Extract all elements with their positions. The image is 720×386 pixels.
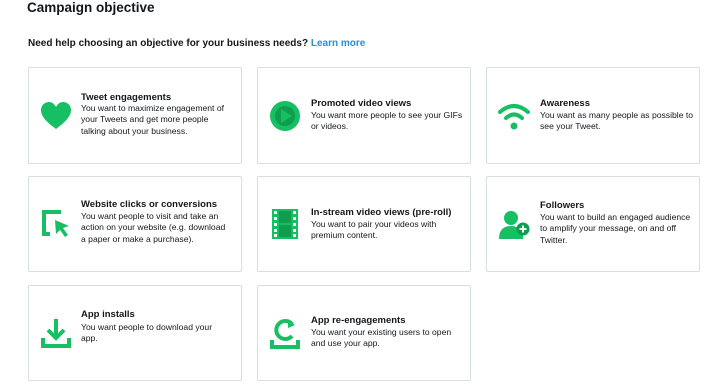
description-line: You want as many people as possible to	[540, 110, 694, 120]
cursor-click-icon	[39, 207, 73, 241]
description-line: talking about your business.	[81, 125, 188, 136]
description-line: You want to pair your videos with	[311, 219, 437, 229]
objective-description: You want people to download your app.	[81, 322, 212, 345]
film-strip-icon	[268, 207, 302, 241]
objective-title: In-stream video views (pre-roll)	[311, 207, 452, 218]
help-question: Need help choosing an objective for your…	[28, 38, 309, 49]
objective-description: You want to pair your videos with premiu…	[311, 219, 436, 242]
description-line: You want to maximize engagement of	[81, 103, 224, 113]
objective-card-in-stream-video-views[interactable]: In-stream video views (pre-roll) You wan…	[257, 176, 471, 272]
objective-card-app-re-engagements[interactable]: App re-engagements You want your existin…	[257, 285, 471, 381]
objective-card-followers[interactable]: Followers You want to build an engaged a…	[486, 176, 700, 272]
help-text: Need help choosing an objective for your…	[28, 38, 365, 49]
description-line: premium content.	[311, 230, 378, 241]
wifi-signal-icon	[497, 99, 531, 133]
description-line: You want people to visit and take an	[81, 211, 219, 221]
objective-card-promoted-video-views[interactable]: Promoted video views You want more peopl…	[257, 67, 471, 164]
description-line: You want your existing users to open	[311, 327, 452, 337]
objective-card-awareness[interactable]: Awareness You want as many people as pos…	[486, 67, 700, 164]
description-line: and use your app.	[311, 338, 380, 349]
objective-title: Website clicks or conversions	[81, 199, 218, 210]
objective-description: You want as many people as possible to s…	[540, 110, 693, 133]
description-line: You want to build an engaged audience	[540, 212, 691, 222]
objective-card-app-installs[interactable]: App installs You want people to download…	[28, 285, 242, 381]
objective-description: You want people to visit and take an act…	[81, 211, 225, 245]
objective-title: App installs	[81, 309, 135, 320]
objective-title: Awareness	[540, 98, 590, 109]
page-title: Campaign objective	[27, 0, 155, 15]
objective-card-tweet-engagements[interactable]: Tweet engagements You want to maximize e…	[28, 67, 242, 164]
play-circle-icon	[268, 99, 302, 133]
objective-card-website-clicks[interactable]: Website clicks or conversions You want p…	[28, 176, 242, 272]
objective-title: App re-engagements	[311, 315, 406, 326]
objective-description: You want your existing users to open and…	[311, 327, 451, 350]
description-line: or videos.	[311, 121, 349, 132]
description-line: You want more people to see your GIFs	[311, 110, 463, 120]
description-line: Twitter.	[540, 234, 568, 245]
description-line: your Tweets and get more people	[81, 114, 209, 125]
description-line: action on your website (e.g. download	[81, 222, 226, 233]
download-icon	[39, 316, 73, 350]
heart-icon	[39, 99, 73, 133]
objective-title: Followers	[540, 200, 585, 211]
person-add-icon	[497, 207, 531, 241]
objective-description: You want to maximize engagement of your …	[81, 103, 224, 137]
refresh-icon	[268, 316, 302, 350]
description-line: You want people to download your	[81, 322, 213, 332]
description-line: a paper or make a purchase).	[81, 233, 194, 244]
description-line: see your Tweet.	[540, 121, 601, 132]
objective-title: Tweet engagements	[81, 92, 172, 103]
objective-description: You want more people to see your GIFs or…	[311, 110, 462, 133]
objective-title: Promoted video views	[311, 98, 412, 109]
description-line: to amplify your message, on and off	[540, 223, 676, 234]
objective-description: You want to build an engaged audience to…	[540, 212, 690, 246]
description-line: app.	[81, 333, 98, 344]
learn-more-link[interactable]: Learn more	[311, 38, 365, 49]
